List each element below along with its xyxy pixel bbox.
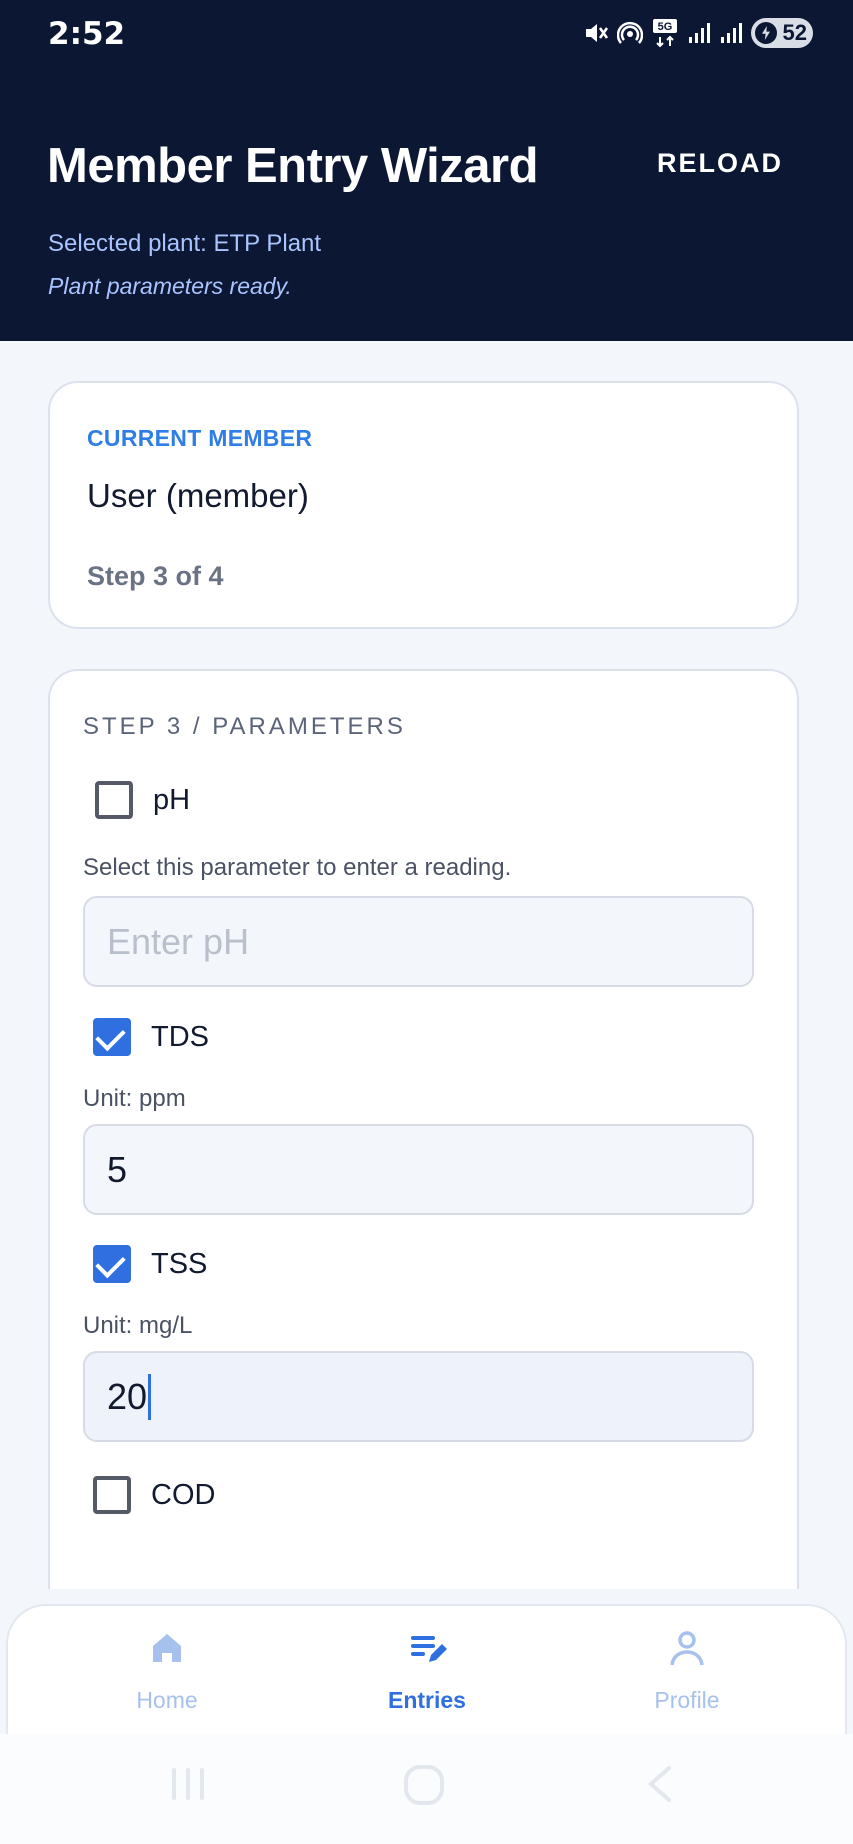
status-bar: 2:52 5G 52 — [0, 0, 853, 70]
app-header: 2:52 5G 52 Member Entry Wizard RELOAD Se… — [0, 0, 853, 341]
nav-home-label: Home — [136, 1687, 198, 1713]
tds-checkbox[interactable] — [93, 1018, 131, 1056]
signal-icon-2 — [719, 21, 743, 45]
tds-input[interactable]: 5 — [83, 1124, 754, 1215]
current-member-card: CURRENT MEMBER User (member) Step 3 of 4 — [48, 381, 799, 629]
status-time: 2:52 — [48, 16, 126, 52]
tss-unit: Unit: mg/L — [83, 1312, 193, 1339]
tds-value: 5 — [107, 1148, 128, 1190]
tss-label: TSS — [151, 1247, 208, 1280]
signal-icon-1 — [687, 21, 711, 45]
battery-indicator: 52 — [751, 18, 813, 48]
ph-hint: Select this parameter to enter a reading… — [83, 854, 512, 881]
network-5g-icon: 5G — [651, 18, 679, 48]
parameter-cod-row[interactable]: COD — [93, 1476, 215, 1514]
entries-icon — [407, 1628, 447, 1673]
nav-entries-label: Entries — [388, 1687, 466, 1713]
system-navigation-bar — [0, 1734, 853, 1844]
parameters-card: STEP 3 / PARAMETERS pH Select this param… — [48, 669, 799, 1589]
back-button[interactable] — [645, 1764, 675, 1809]
parameter-tds-row[interactable]: TDS — [93, 1018, 209, 1056]
recent-apps-button[interactable] — [168, 1764, 208, 1809]
status-icons: 5G 52 — [583, 18, 813, 48]
page-title: Member Entry Wizard — [47, 139, 539, 193]
ph-label: pH — [153, 783, 191, 816]
bottom-navigation: Home Entries Profile — [6, 1604, 847, 1734]
plant-status-text: Plant parameters ready. — [48, 273, 292, 299]
battery-level: 52 — [782, 20, 807, 45]
nav-entries[interactable]: Entries — [347, 1628, 507, 1714]
nav-profile[interactable]: Profile — [607, 1628, 767, 1714]
cod-checkbox[interactable] — [93, 1476, 131, 1514]
text-caret — [148, 1373, 152, 1420]
ph-checkbox[interactable] — [95, 781, 133, 819]
tds-label: TDS — [151, 1020, 209, 1053]
nav-profile-label: Profile — [654, 1687, 720, 1713]
tss-input[interactable]: 20 — [83, 1351, 754, 1442]
mute-icon — [583, 20, 609, 46]
cod-label: COD — [151, 1478, 216, 1511]
parameter-ph-row[interactable]: pH — [95, 781, 190, 819]
reload-button[interactable]: RELOAD — [657, 148, 783, 179]
svg-text:5G: 5G — [658, 21, 673, 33]
current-member-label: CURRENT MEMBER — [87, 425, 313, 451]
charging-icon — [755, 22, 777, 44]
hotspot-icon — [617, 20, 643, 46]
home-system-button[interactable] — [403, 1764, 445, 1811]
step-indicator: Step 3 of 4 — [87, 561, 224, 591]
selected-plant-text: Selected plant: ETP Plant — [48, 230, 322, 257]
nav-home[interactable]: Home — [87, 1628, 247, 1714]
parameter-tss-row[interactable]: TSS — [93, 1245, 207, 1283]
member-name: User (member) — [87, 477, 309, 514]
tss-checkbox[interactable] — [93, 1245, 131, 1283]
home-icon — [147, 1628, 187, 1673]
tds-unit: Unit: ppm — [83, 1085, 186, 1112]
tss-value: 20 — [107, 1375, 148, 1417]
profile-icon — [667, 1628, 707, 1673]
ph-input[interactable]: Enter pH — [83, 896, 754, 987]
parameters-heading: STEP 3 / PARAMETERS — [83, 713, 406, 740]
